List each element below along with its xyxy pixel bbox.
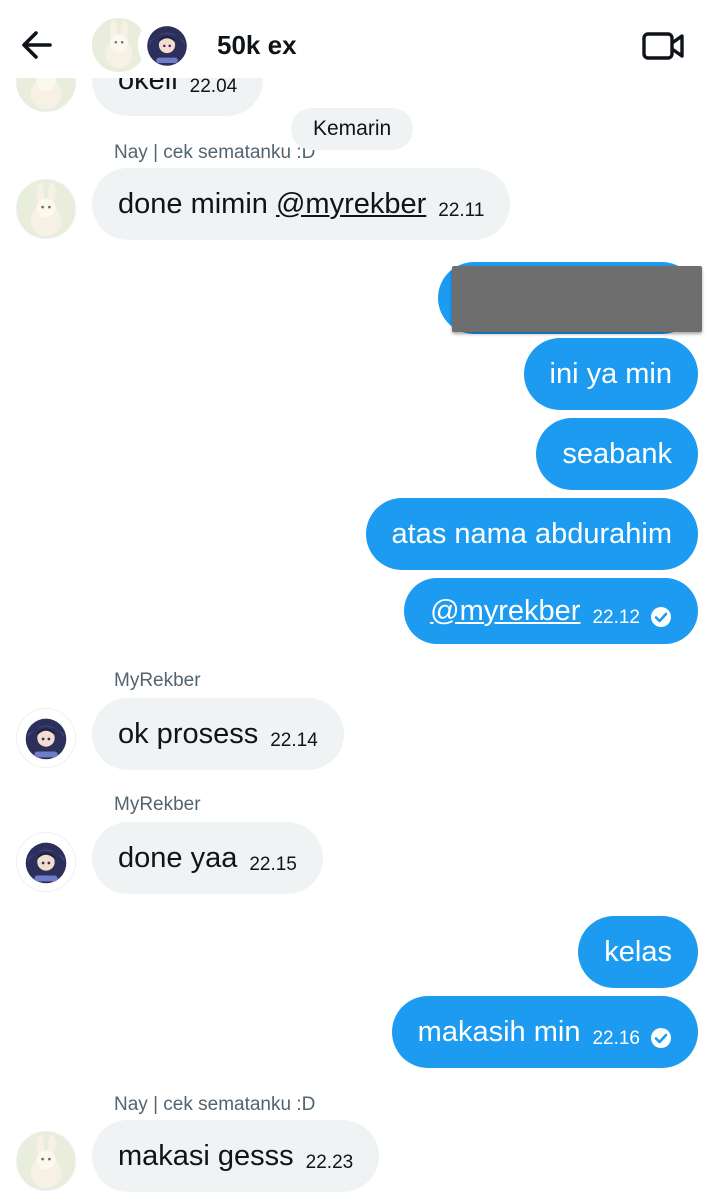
message-bubble-incoming[interactable]: done yaa 22.15 [92,822,323,894]
message-text: makasi gesss [118,1139,294,1172]
bunny-avatar-icon [17,1132,75,1190]
message-time: 22.04 [189,76,238,97]
avatar-myrekber[interactable] [16,708,76,768]
sender-name: Nay | cek sematanku :D [114,1094,316,1115]
myrekber-avatar-icon [142,20,192,70]
message-bubble-incoming[interactable]: makasi gesss 22.23 [92,1120,380,1192]
myrekber-avatar-icon [18,834,74,890]
message-text: done yaa [118,841,238,874]
message-text: kelas [604,935,672,968]
message-text: done mimin [118,187,276,220]
sender-name: MyRekber [114,670,201,691]
redacted-content [452,266,702,332]
sender-name: MyRekber [114,794,201,815]
mention-link[interactable]: @myrekber [430,595,580,628]
message-text: seabank [562,437,672,470]
message-bubble-outgoing[interactable]: seabank [536,418,698,490]
read-check-icon [651,1028,671,1048]
message-bubble-incoming[interactable]: ok prosess 22.14 [92,698,344,770]
message-time: 22.14 [270,730,318,751]
back-button[interactable] [16,24,58,66]
avatar-nay[interactable] [16,1131,76,1191]
myrekber-avatar-icon [18,710,74,766]
message-time: 22.11 [438,200,485,221]
avatar-myrekber[interactable] [138,16,196,74]
message-text: makasih min [417,1015,581,1048]
message-time: 22.15 [249,854,297,875]
conversation-title[interactable]: 50k ex [217,30,297,61]
video-camera-icon [642,32,684,60]
arrow-left-icon [22,31,52,59]
sender-name: Nay | cek sematanku :D [114,142,316,163]
avatar-nay[interactable] [16,179,76,239]
mention-link[interactable]: @myrekber [276,188,426,221]
message-text: ok prosess [118,717,259,750]
conversation-header: 50k ex [0,0,715,78]
message-time: 22.23 [305,1152,354,1173]
message-bubble-incoming[interactable]: done mimin @myrekber 22.11 [92,168,511,240]
message-bubble-outgoing[interactable]: ini ya min [523,338,698,410]
bunny-avatar-icon [17,180,75,238]
message-time: 22.12 [592,607,640,628]
message-text: ini ya min [549,357,673,390]
message-bubble-outgoing[interactable]: kelas [578,916,698,988]
read-check-icon [651,607,671,627]
message-text: atas nama abdurahim [391,517,673,550]
message-bubble-outgoing[interactable]: atas nama abdurahim [365,498,698,570]
date-separator: Kemarin [291,108,414,150]
message-time: 22.16 [592,1028,640,1049]
message-bubble-outgoing[interactable]: @myrekber 22.12 [404,578,698,644]
avatar-myrekber[interactable] [16,832,76,892]
video-call-button[interactable] [640,26,688,66]
message-bubble-outgoing[interactable]: makasih min 22.16 [391,996,698,1068]
